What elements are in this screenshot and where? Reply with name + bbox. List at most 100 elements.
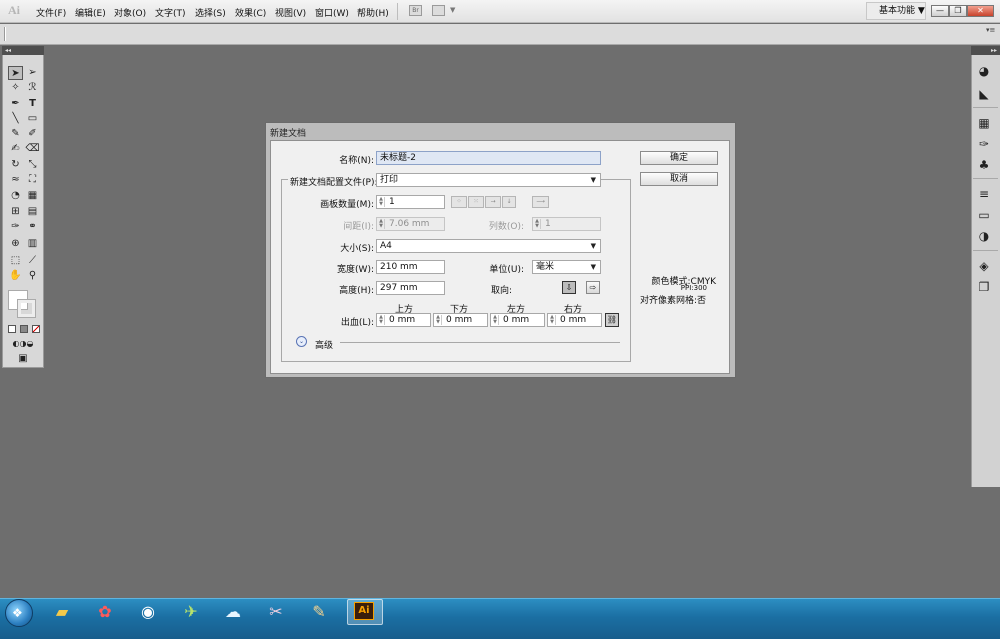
pen-tool-icon[interactable]: ✒ (8, 97, 23, 111)
profile-select[interactable]: 打印 ▼ (376, 173, 601, 187)
menu-effect[interactable]: 效果(C) (235, 6, 266, 19)
link-bleed-icon[interactable]: ⛓ (605, 313, 619, 327)
stroke-swatch[interactable] (17, 299, 36, 318)
menu-file[interactable]: 文件(F) (36, 6, 66, 19)
workspace-switcher[interactable]: 基本功能 ▼ (866, 2, 926, 20)
close-button[interactable]: ✕ (967, 5, 994, 17)
file-explorer-icon[interactable]: ▰ (48, 600, 76, 624)
bridge-icon[interactable]: Br (409, 5, 422, 16)
symbols-panel-icon[interactable]: ♣ (976, 157, 992, 173)
selection-tool-icon[interactable]: ➤ (8, 66, 23, 80)
stepper-arrows-icon[interactable]: ▲ ▼ (435, 315, 442, 325)
transparency-panel-icon[interactable]: ◑ (976, 228, 992, 244)
blob-brush-tool-icon[interactable]: ✍ (8, 142, 23, 156)
slice-tool-icon[interactable]: ⟋ (25, 254, 40, 268)
grid-by-column-icon[interactable]: ⁙ (468, 196, 484, 208)
symbol-sprayer-tool-icon[interactable]: ⊕ (8, 237, 23, 251)
advanced-toggle-label[interactable]: 高级 (315, 338, 333, 351)
palette-app-icon[interactable]: ✎ (305, 600, 333, 624)
brushes-panel-icon[interactable]: ✑ (976, 136, 992, 152)
paint-tool-icon[interactable]: ✂ (262, 600, 290, 624)
none-mode-icon[interactable] (32, 325, 40, 333)
panel-menu-icon[interactable]: ▾≡ (986, 26, 995, 34)
bleed-right-stepper[interactable]: ▲ ▼ 0 mm (547, 313, 602, 327)
zoom-tool-icon[interactable]: ⚲ (25, 269, 40, 283)
size-select[interactable]: A4 ▼ (376, 239, 601, 253)
gradient-tool-icon[interactable]: ▤ (25, 205, 40, 219)
cancel-button[interactable]: 取消 (640, 172, 718, 186)
artboards-panel-icon[interactable]: ❐ (976, 279, 992, 295)
menu-edit[interactable]: 编辑(E) (75, 6, 106, 19)
color-mode-icon[interactable] (8, 325, 16, 333)
pencil-tool-icon[interactable]: ✐ (25, 127, 40, 141)
draw-mode-icons[interactable]: ◐◑◒ (8, 337, 38, 351)
free-transform-tool-icon[interactable]: ⛶ (25, 173, 40, 187)
columns-stepper[interactable]: ▲ ▼ 1 (532, 217, 601, 231)
menu-view[interactable]: 视图(V) (275, 6, 306, 19)
menu-help[interactable]: 帮助(H) (357, 6, 389, 19)
spacing-stepper[interactable]: ▲ ▼ 7.06 mm (376, 217, 445, 231)
bleed-left-stepper[interactable]: ▲ ▼ 0 mm (490, 313, 545, 327)
chevron-down-icon[interactable]: ▼ (450, 6, 455, 14)
width-input[interactable]: 210 mm (376, 260, 445, 274)
landscape-orientation-icon[interactable]: ⇨ (586, 281, 600, 294)
expand-panels-icon[interactable]: ▸▸ (971, 46, 1000, 55)
artboard-tool-icon[interactable]: ⬚ (8, 254, 23, 268)
rectangle-tool-icon[interactable]: ▭ (25, 112, 40, 126)
expand-advanced-icon[interactable]: ⌄ (296, 336, 307, 347)
lasso-tool-icon[interactable]: ℛ (25, 81, 40, 95)
screen-mode-icon[interactable]: ▣ (14, 352, 32, 366)
height-input[interactable]: 297 mm (376, 281, 445, 295)
color-guide-icon[interactable]: ◣ (976, 86, 992, 102)
swatches-panel-icon[interactable]: ▦ (976, 115, 992, 131)
minimize-button[interactable]: — (931, 5, 949, 17)
rotate-tool-icon[interactable]: ↻ (8, 158, 23, 172)
eraser-tool-icon[interactable]: ⌫ (25, 142, 40, 156)
color-wheel-icon[interactable]: ✿ (91, 600, 119, 624)
gradient-mode-icon[interactable] (20, 325, 28, 333)
stepper-arrows-icon[interactable]: ▲ ▼ (534, 219, 541, 229)
grip-icon[interactable] (4, 27, 6, 41)
menu-window[interactable]: 窗口(W) (315, 6, 349, 19)
stepper-arrows-icon[interactable]: ▲ ▼ (378, 315, 385, 325)
stepper-arrows-icon[interactable]: ▲ ▼ (378, 197, 385, 207)
artboards-stepper[interactable]: ▲ ▼ 1 (376, 195, 445, 209)
scale-tool-icon[interactable]: ⤡ (25, 158, 40, 172)
blend-tool-icon[interactable]: ⚭ (25, 220, 40, 234)
restore-button[interactable]: ❐ (949, 5, 967, 17)
stepper-arrows-icon[interactable]: ▲ ▼ (378, 219, 385, 229)
menu-select[interactable]: 选择(S) (195, 6, 226, 19)
line-tool-icon[interactable]: ╲ (8, 112, 23, 126)
units-select[interactable]: 毫米 ▼ (532, 260, 601, 274)
wifi-icon[interactable]: ◉ (134, 600, 162, 624)
layers-panel-icon[interactable]: ◈ (976, 258, 992, 274)
eyedropper-tool-icon[interactable]: ✑ (8, 220, 23, 234)
hand-tool-icon[interactable]: ✋ (8, 269, 23, 283)
portrait-orientation-icon[interactable]: ⇩ (562, 281, 576, 294)
right-to-left-icon[interactable]: ⟶ (532, 196, 549, 208)
bleed-top-stepper[interactable]: ▲ ▼ 0 mm (376, 313, 431, 327)
shape-builder-tool-icon[interactable]: ◔ (8, 189, 23, 203)
collapse-icon[interactable]: ◂◂ (2, 46, 44, 55)
stepper-arrows-icon[interactable]: ▲ ▼ (492, 315, 499, 325)
cloud-app-icon[interactable]: ☁ (219, 600, 247, 624)
lite-app-icon[interactable]: ✈ (177, 600, 205, 624)
type-tool-icon[interactable]: T (25, 97, 40, 111)
menu-type[interactable]: 文字(T) (155, 6, 186, 19)
paintbrush-tool-icon[interactable]: ✎ (8, 127, 23, 141)
warp-tool-icon[interactable]: ≈ (8, 173, 23, 187)
mesh-tool-icon[interactable]: ⊞ (8, 205, 23, 219)
arrange-by-row-icon[interactable]: → (485, 196, 501, 208)
color-panel-icon[interactable]: ◕ (976, 63, 992, 79)
magic-wand-tool-icon[interactable]: ✧ (8, 81, 23, 95)
perspective-grid-tool-icon[interactable]: ▦ (25, 189, 40, 203)
grid-by-row-icon[interactable]: ⁘ (451, 196, 467, 208)
arrange-by-column-icon[interactable]: ↓ (502, 196, 516, 208)
menu-object[interactable]: 对象(O) (114, 6, 146, 19)
ok-button[interactable]: 确定 (640, 151, 718, 165)
gradient-panel-icon[interactable]: ▭ (976, 207, 992, 223)
column-graph-tool-icon[interactable]: ▥ (25, 237, 40, 251)
direct-selection-tool-icon[interactable]: ➢ (25, 66, 40, 80)
stroke-panel-icon[interactable]: ≡ (976, 186, 992, 202)
arrange-documents-icon[interactable] (432, 5, 445, 16)
